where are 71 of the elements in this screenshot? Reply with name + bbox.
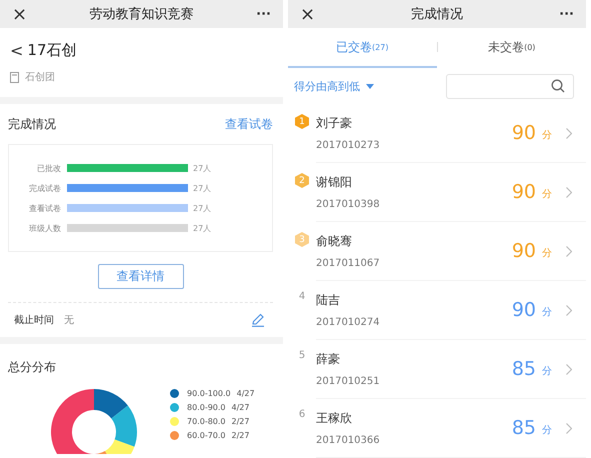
class-title: 17石创 [27,41,76,60]
student-id: 2017010274 [316,317,381,328]
score: 85 [512,417,536,439]
student-name: 陆吉 [316,292,341,309]
student-id: 2017011067 [316,258,381,269]
chevron-right-icon[interactable] [566,364,572,374]
stat-label: 查看试卷 [28,202,61,214]
legend-count: 2/27 [232,417,250,426]
score-unit: 分 [542,365,552,378]
legend-range: 60.0-70.0 [187,431,226,440]
legend-range: 90.0-100.0 [187,389,231,398]
group-name: 石创团 [25,71,55,84]
deadline-label: 截止时间 [14,314,54,327]
score-unit: 分 [542,247,552,260]
more-button[interactable]: ··· [241,6,271,22]
back-button[interactable]: < [10,41,24,60]
student-id: 2017010366 [316,435,381,446]
student-name: 俞晓骞 [316,233,353,250]
chevron-right-icon[interactable] [566,422,572,434]
score-unit: 分 [542,306,552,319]
chevron-right-icon[interactable] [566,128,572,138]
search-icon [551,79,565,93]
close-button[interactable]: × [300,4,330,24]
score-unit: 分 [542,129,552,142]
stat-label: 已批改 [36,162,61,174]
score: 90 [512,240,536,262]
document-icon [10,72,19,82]
deadline-value: 无 [64,314,75,327]
search-field[interactable] [446,74,574,98]
legend-range: 80.0-90.0 [187,403,226,412]
section-title: 完成情况 [8,116,56,132]
rank-badge: 1 [295,114,309,129]
student-name: 王稼欣 [316,410,353,427]
score: 85 [512,358,536,380]
chevron-right-icon[interactable] [566,186,572,198]
stat-label: 班级人数 [28,222,61,234]
section-title: 总分分布 [8,360,56,374]
student-name: 薛豪 [316,351,341,368]
chevron-right-icon[interactable] [566,304,572,316]
rank-number: 6 [298,409,306,420]
rank-badge: 3 [295,232,309,247]
stat-count: 27人 [193,202,212,214]
stat-label: 完成试卷 [28,182,61,194]
nav-title: 完成情况 [410,6,464,23]
more-button[interactable]: ··· [544,6,574,22]
student-name: 谢锦阳 [316,174,353,191]
close-button[interactable]: × [12,4,42,24]
score-unit: 分 [542,188,552,201]
chevron-right-icon[interactable] [566,246,572,256]
legend-range: 70.0-80.0 [187,417,226,426]
tab[interactable]: 未交卷(0) [438,28,586,68]
student-id: 2017010273 [316,140,381,151]
legend-count: 2/27 [232,431,250,440]
rank-number: 4 [298,291,306,302]
student-name: 刘子豪 [316,115,353,132]
rank-number: 5 [298,350,306,361]
score-unit: 分 [542,424,552,437]
stat-count: 27人 [193,222,212,234]
rank-badge: 2 [295,173,309,188]
legend-count: 4/27 [232,403,250,412]
stat-count: 27人 [193,182,212,194]
edit-icon[interactable] [251,313,265,327]
score: 90 [512,299,536,321]
score: 90 [512,181,536,203]
stat-count: 27人 [193,162,212,174]
student-id: 2017010251 [316,376,381,387]
score: 90 [512,122,536,144]
caret-down-icon [366,84,374,88]
nav-title: 劳动教育知识竞赛 [88,6,194,23]
student-id: 2017010398 [316,199,381,210]
legend-count: 4/27 [236,389,255,398]
